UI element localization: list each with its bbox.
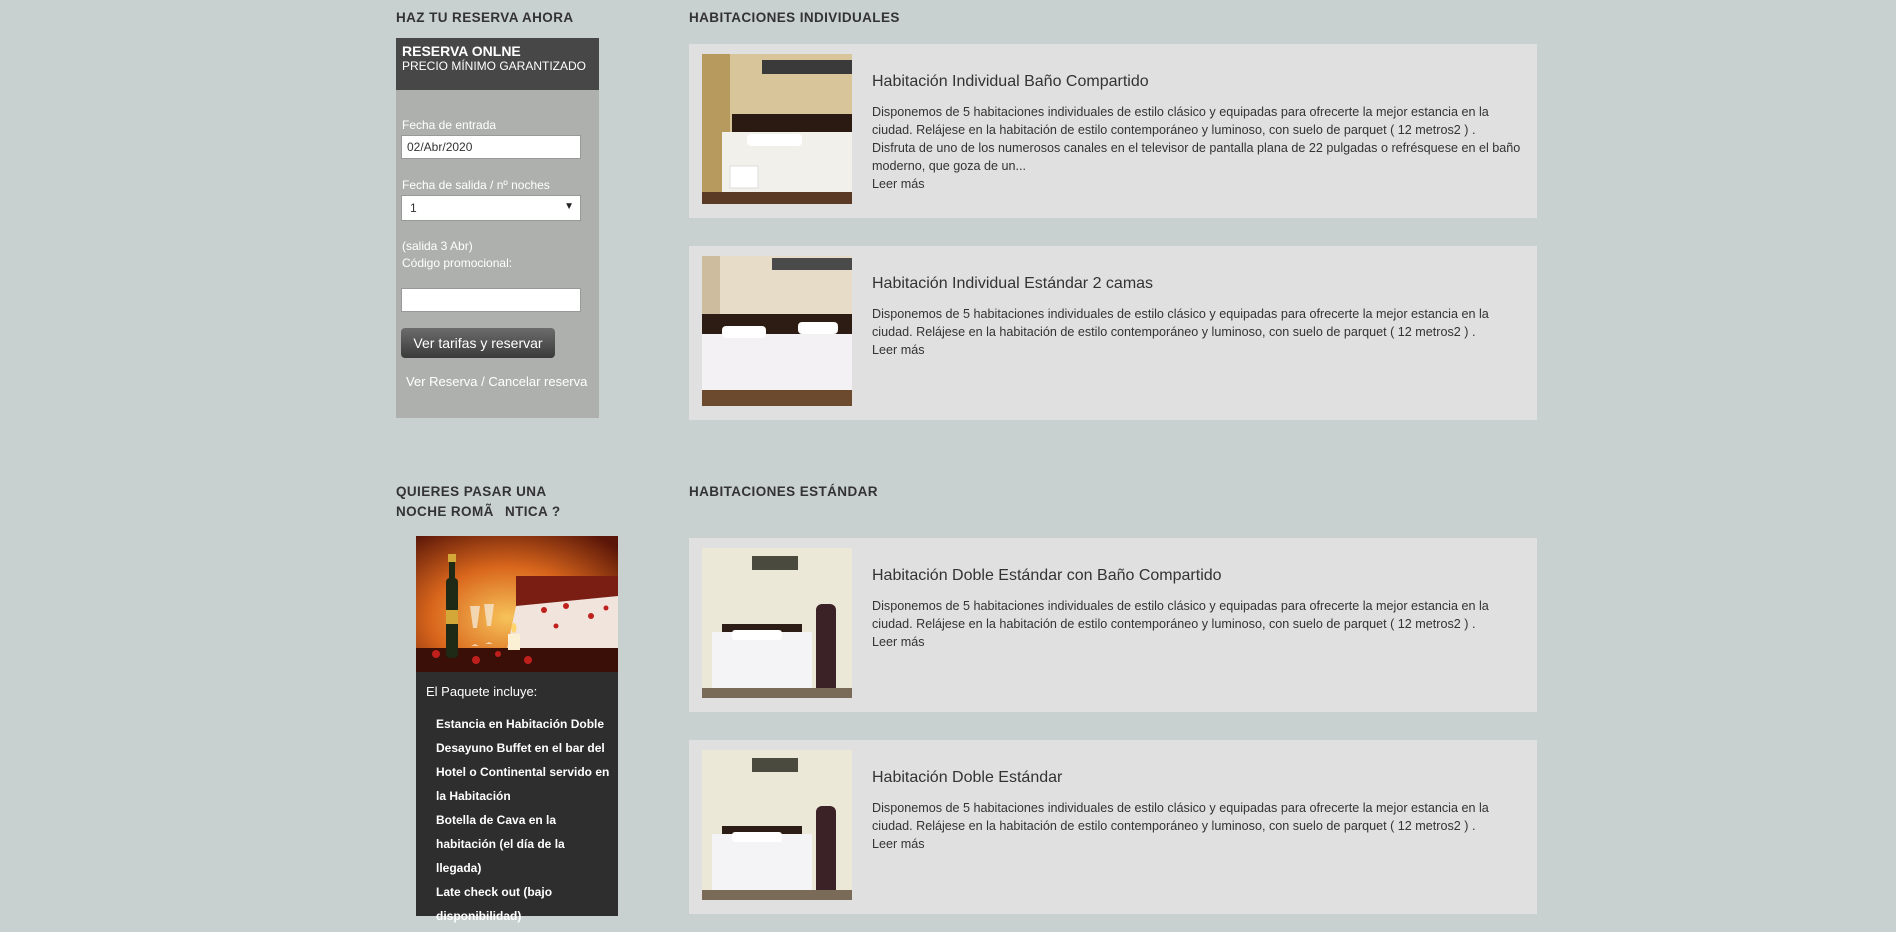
checkout-label: Fecha de salida / nº noches xyxy=(402,178,550,192)
view-rates-button[interactable]: Ver tarifas y reservar xyxy=(401,328,555,358)
booking-widget: RESERVA ONLNE PRECIO MÍNIMO GARANTIZADO … xyxy=(396,38,599,418)
room-description-text: Disponemos de 5 habitaciones individuale… xyxy=(872,105,1521,173)
room-card: Habitación Doble Estándar con Baño Compa… xyxy=(689,538,1537,712)
list-item: Late check out (bajo disponibilidad) xyxy=(436,885,553,923)
romantic-heading-line2: NOCHE ROMÃNTICA ? xyxy=(396,504,561,519)
read-more-link[interactable]: Leer más xyxy=(872,341,1522,359)
individual-rooms-heading: HABITACIONES INDIVIDUALES xyxy=(689,10,900,25)
room-title[interactable]: Habitación Individual Baño Compartido xyxy=(872,72,1149,92)
promo-code-input[interactable] xyxy=(401,288,581,312)
room-card: Habitación Individual Baño Compartido Di… xyxy=(689,44,1537,218)
list-item: Botella de Cava en la habitación (el día… xyxy=(436,813,565,875)
page: HAZ TU RESERVA AHORA RESERVA ONLNE PRECI… xyxy=(0,0,1896,932)
read-more-link[interactable]: Leer más xyxy=(872,633,1522,651)
room-description: Disponemos de 5 habitaciones individuale… xyxy=(872,103,1522,193)
checkin-label: Fecha de entrada xyxy=(402,118,497,132)
booking-widget-header: RESERVA ONLNE PRECIO MÍNIMO GARANTIZADO xyxy=(396,38,599,90)
booking-title: RESERVA ONLNE xyxy=(402,43,521,59)
manage-reservation-link[interactable]: Ver Reserva / Cancelar reserva xyxy=(406,374,587,389)
room-description-text: Disponemos de 5 habitaciones individuale… xyxy=(872,307,1489,339)
romantic-package-card: El Paquete incluye: Estancia en Habitaci… xyxy=(416,536,618,923)
room-description: Disponemos de 5 habitaciones individuale… xyxy=(872,799,1522,853)
room-title[interactable]: Habitación Individual Estándar 2 camas xyxy=(872,274,1153,294)
romantic-package-image xyxy=(416,536,618,672)
nights-select-value: 1 xyxy=(410,201,417,215)
list-item: Estancia en Habitación Doble xyxy=(436,717,605,731)
list-item: Desayuno Buffet en el bar del Hotel o Co… xyxy=(436,741,610,803)
room-card: Habitación Individual Estándar 2 camas D… xyxy=(689,246,1537,420)
package-title: El Paquete incluye: xyxy=(426,684,538,699)
standard-rooms-heading: HABITACIONES ESTÁNDAR xyxy=(689,484,878,499)
read-more-link[interactable]: Leer más xyxy=(872,835,1522,853)
room-photo[interactable] xyxy=(702,750,852,900)
room-photo[interactable] xyxy=(702,548,852,698)
room-card: Habitación Doble Estándar Disponemos de … xyxy=(689,740,1537,914)
room-photo[interactable] xyxy=(702,54,852,204)
room-title[interactable]: Habitación Doble Estándar xyxy=(872,768,1062,788)
promo-code-label: Código promocional: xyxy=(402,256,513,270)
room-description-text: Disponemos de 5 habitaciones individuale… xyxy=(872,599,1489,631)
booking-subtitle: PRECIO MÍNIMO GARANTIZADO xyxy=(402,59,587,73)
room-description-text: Disponemos de 5 habitaciones individuale… xyxy=(872,801,1489,833)
chevron-down-icon: ▼ xyxy=(564,201,574,212)
room-photo[interactable] xyxy=(702,256,852,406)
checkout-note: (salida 3 Abr) xyxy=(402,239,473,253)
package-items-list: Estancia en Habitación Doble Desayuno Bu… xyxy=(436,712,612,928)
read-more-link[interactable]: Leer más xyxy=(872,175,1522,193)
booking-heading: HAZ TU RESERVA AHORA xyxy=(396,10,574,25)
room-description: Disponemos de 5 habitaciones individuale… xyxy=(872,597,1522,651)
room-title[interactable]: Habitación Doble Estándar con Baño Compa… xyxy=(872,566,1222,586)
nights-select[interactable]: 1 ▼ xyxy=(401,195,581,221)
room-description: Disponemos de 5 habitaciones individuale… xyxy=(872,305,1522,359)
checkin-date-input[interactable] xyxy=(401,135,581,159)
romantic-heading-line1: QUIERES PASAR UNA xyxy=(396,484,547,499)
